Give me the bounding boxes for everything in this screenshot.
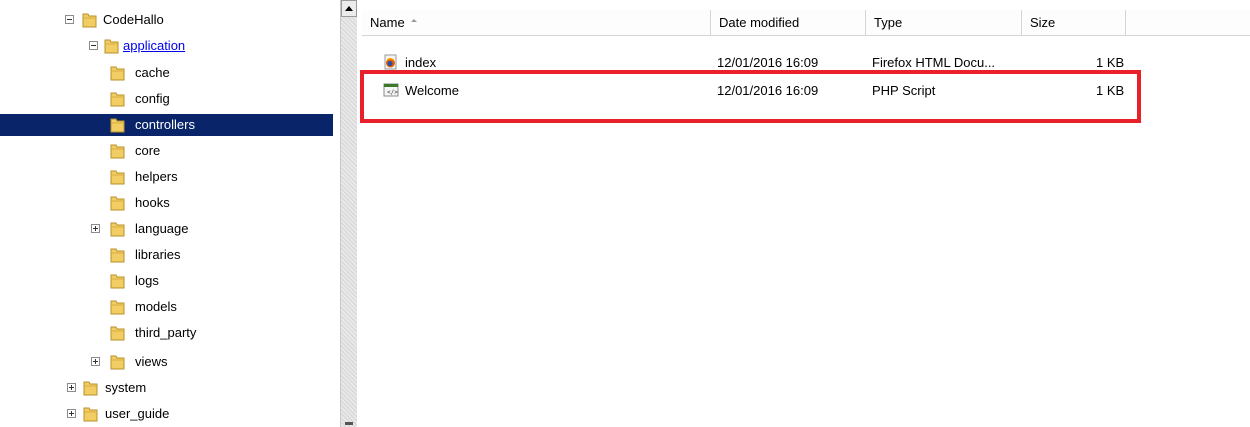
tree-item-label: hooks xyxy=(135,195,170,210)
tree-item-third-party[interactable]: third_party xyxy=(0,322,333,344)
collapse-icon[interactable] xyxy=(65,15,74,24)
tree-item-helpers[interactable]: helpers xyxy=(0,166,333,188)
folder-icon xyxy=(110,170,125,185)
folder-icon xyxy=(110,222,125,237)
folder-tree: CodeHallo application cache config contr… xyxy=(0,0,340,427)
expand-icon[interactable] xyxy=(91,224,100,233)
tree-item-label: CodeHallo xyxy=(103,12,164,27)
tree-item-config[interactable]: config xyxy=(0,88,333,110)
folder-icon xyxy=(110,248,125,263)
file-type: Firefox HTML Docu... xyxy=(872,55,996,70)
file-row-index[interactable]: index 12/01/2016 16:09 Firefox HTML Docu… xyxy=(362,52,1250,74)
folder-icon xyxy=(83,381,98,396)
svg-text:</>: </> xyxy=(387,89,398,96)
folder-icon xyxy=(110,274,125,289)
tree-item-application[interactable]: application xyxy=(0,35,333,57)
folder-icon xyxy=(82,13,97,28)
tree-item-views[interactable]: views xyxy=(0,351,333,373)
expand-icon[interactable] xyxy=(67,383,76,392)
file-date: 12/01/2016 16:09 xyxy=(717,55,819,70)
tree-item-label: system xyxy=(105,380,147,395)
explorer-window: CodeHallo application cache config contr… xyxy=(0,0,1250,427)
tree-item-hooks[interactable]: hooks xyxy=(0,192,333,214)
column-header-row: Name Date modified Type Size xyxy=(362,10,1250,36)
file-name: Welcome xyxy=(405,83,459,98)
column-header-label: Date modified xyxy=(719,15,800,30)
tree-item-label: third_party xyxy=(135,325,197,340)
php-script-icon: </> xyxy=(383,83,399,97)
folder-icon xyxy=(83,407,98,422)
file-date: 12/01/2016 16:09 xyxy=(717,83,819,98)
tree-item-cache[interactable]: cache xyxy=(0,62,333,84)
folder-icon xyxy=(110,92,125,107)
column-header-label: Type xyxy=(874,15,903,30)
tree-item-label: logs xyxy=(135,273,159,288)
folder-icon xyxy=(110,144,125,159)
tree-item-codehallo[interactable]: CodeHallo xyxy=(0,9,333,31)
sort-ascending-icon xyxy=(410,19,417,22)
column-header-size[interactable]: Size xyxy=(1022,10,1126,35)
tree-item-label: views xyxy=(135,354,168,369)
firefox-html-icon xyxy=(384,54,397,70)
folder-icon xyxy=(110,118,125,133)
folder-icon xyxy=(110,300,125,315)
column-header-label: Name xyxy=(370,15,405,30)
tree-item-core[interactable]: core xyxy=(0,140,333,162)
tree-item-label: models xyxy=(135,299,177,314)
arrow-up-icon xyxy=(345,6,353,11)
column-header-date[interactable]: Date modified xyxy=(711,10,866,35)
folder-icon xyxy=(104,39,119,54)
folder-icon xyxy=(110,196,125,211)
tree-item-label: cache xyxy=(135,65,170,80)
column-header-type[interactable]: Type xyxy=(866,10,1022,35)
folder-icon xyxy=(110,355,125,370)
file-name: index xyxy=(405,55,437,70)
folder-icon xyxy=(110,66,125,81)
file-row-welcome[interactable]: </> Welcome 12/01/2016 16:09 PHP Script … xyxy=(362,80,1250,102)
tree-item-label: core xyxy=(135,143,161,158)
tree-item-user-guide[interactable]: user_guide xyxy=(0,403,333,425)
tree-item-label: application xyxy=(123,38,186,53)
tree-item-models[interactable]: models xyxy=(0,296,333,318)
scroll-handle[interactable] xyxy=(345,422,353,425)
tree-item-label: language xyxy=(135,221,189,236)
tree-item-label: controllers xyxy=(135,117,195,132)
file-list: Name Date modified Type Size index 12/01 xyxy=(357,0,1250,427)
expand-icon[interactable] xyxy=(91,357,100,366)
column-header-label: Size xyxy=(1030,15,1056,30)
tree-scrollbar[interactable] xyxy=(340,0,357,427)
tree-item-label: libraries xyxy=(135,247,181,262)
expand-icon[interactable] xyxy=(67,409,76,418)
scroll-up-button[interactable] xyxy=(341,0,357,17)
tree-item-label: config xyxy=(135,91,170,106)
collapse-icon[interactable] xyxy=(89,41,98,50)
file-size: 1 KB xyxy=(1096,55,1125,70)
tree-item-label: user_guide xyxy=(105,406,170,421)
file-type: PHP Script xyxy=(872,83,936,98)
tree-item-label: helpers xyxy=(135,169,178,184)
tree-item-system[interactable]: system xyxy=(0,377,333,399)
tree-item-libraries[interactable]: libraries xyxy=(0,244,333,266)
tree-item-controllers[interactable]: controllers xyxy=(0,114,333,136)
tree-item-logs[interactable]: logs xyxy=(0,270,333,292)
file-size: 1 KB xyxy=(1096,83,1125,98)
folder-icon xyxy=(110,326,125,341)
column-header-name[interactable]: Name xyxy=(362,10,711,35)
tree-item-language[interactable]: language xyxy=(0,218,333,240)
